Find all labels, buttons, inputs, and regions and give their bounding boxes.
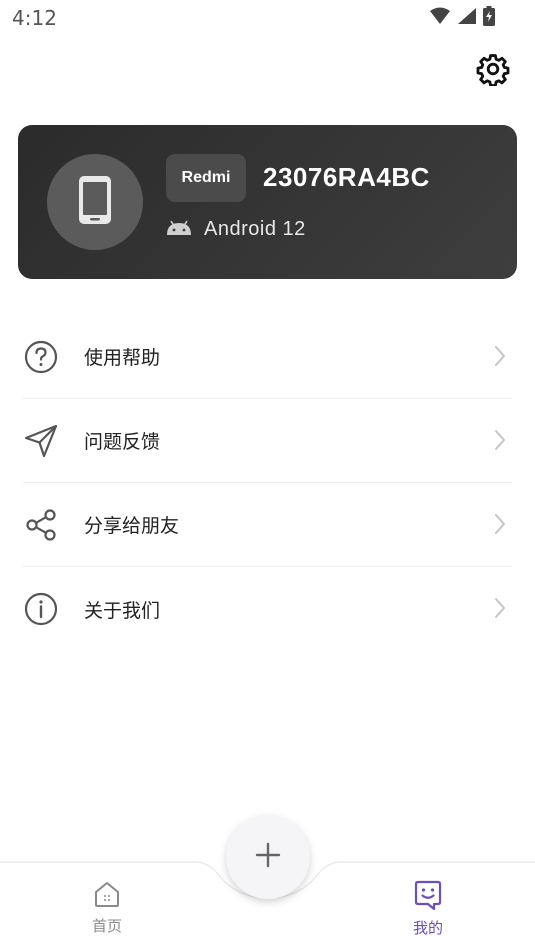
status-bar: 4:12 xyxy=(0,0,535,36)
android-version: Android 12 xyxy=(204,218,306,240)
info-circle-icon xyxy=(23,591,59,627)
menu-item-feedback[interactable]: 问题反馈 xyxy=(23,399,512,483)
tab-mine-label: 我的 xyxy=(412,919,443,937)
brand-badge: Redmi xyxy=(166,154,246,202)
menu-list: 使用帮助 问题反馈 分享给朋友 关于我们 xyxy=(23,315,512,651)
menu-item-about[interactable]: 关于我们 xyxy=(23,567,512,651)
tab-home-label: 首页 xyxy=(91,917,122,935)
battery-charging-icon xyxy=(483,6,495,26)
menu-item-label: 关于我们 xyxy=(84,599,161,622)
home-icon xyxy=(93,880,121,912)
chevron-right-icon xyxy=(494,345,506,371)
android-version-row: Android 12 xyxy=(166,218,306,241)
device-model: 23076RA4BC xyxy=(263,162,430,192)
help-circle-icon xyxy=(23,339,59,375)
send-icon xyxy=(23,423,59,459)
gear-icon xyxy=(476,52,510,90)
bottom-nav: 首页 我的 xyxy=(0,815,535,951)
settings-button[interactable] xyxy=(475,53,511,89)
signal-icon xyxy=(457,7,477,25)
menu-item-help[interactable]: 使用帮助 xyxy=(23,315,512,399)
share-icon xyxy=(23,507,59,543)
add-button[interactable] xyxy=(226,815,310,899)
device-avatar xyxy=(47,154,143,250)
device-card: Redmi 23076RA4BC Android 12 xyxy=(18,125,517,279)
wifi-icon xyxy=(429,7,451,25)
status-icons xyxy=(429,6,495,26)
tab-home[interactable]: 首页 xyxy=(67,880,147,936)
chevron-right-icon xyxy=(494,597,506,623)
chevron-right-icon xyxy=(494,429,506,455)
phone-icon xyxy=(78,175,112,229)
menu-item-label: 使用帮助 xyxy=(84,347,161,369)
chevron-right-icon xyxy=(494,513,506,539)
plus-icon xyxy=(255,842,281,872)
android-icon xyxy=(166,220,192,240)
menu-item-label: 分享给朋友 xyxy=(84,515,180,537)
tab-mine[interactable]: 我的 xyxy=(388,880,468,938)
profile-face-icon xyxy=(414,880,442,914)
status-time: 4:12 xyxy=(12,6,57,30)
menu-item-share[interactable]: 分享给朋友 xyxy=(23,483,512,567)
menu-item-label: 问题反馈 xyxy=(84,431,161,453)
